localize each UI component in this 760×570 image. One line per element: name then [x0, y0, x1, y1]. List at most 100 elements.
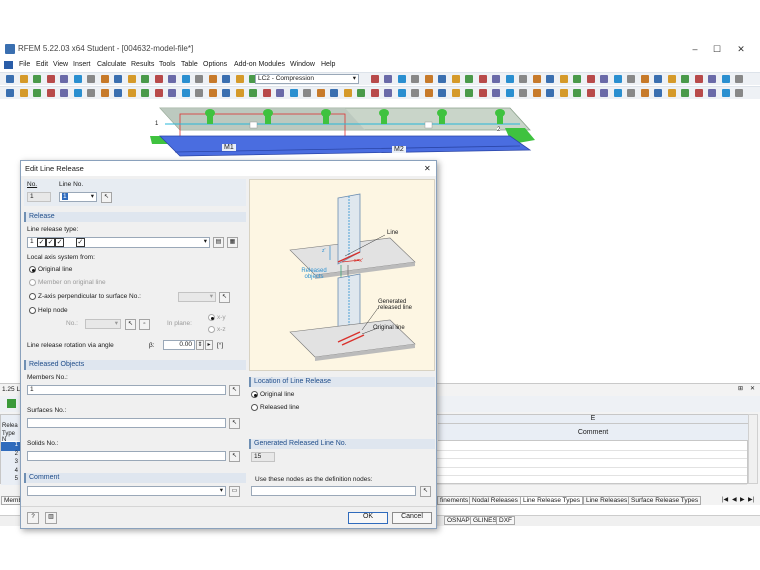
- toolbar-main-tool-icon[interactable]: [222, 75, 230, 83]
- toolbar-main-tool-icon[interactable]: [559, 75, 568, 83]
- ok-button[interactable]: OK: [348, 512, 388, 524]
- load-case-select[interactable]: LC2 - Compression ▾: [255, 74, 359, 84]
- toolbar-secondary-tool-icon[interactable]: [519, 89, 527, 97]
- toolbar-main-tool-icon[interactable]: [141, 75, 149, 83]
- toolbar-secondary-tool-icon[interactable]: [154, 89, 163, 97]
- toolbar-secondary-tool-icon[interactable]: [411, 89, 419, 97]
- toolbar-main-tool-icon[interactable]: [19, 75, 28, 83]
- maximize-button[interactable]: ☐: [710, 43, 724, 55]
- toolbar-secondary-tool-icon[interactable]: [141, 89, 149, 97]
- tab-line-releases[interactable]: Line Releases: [583, 496, 631, 505]
- toolbar-main-tool-icon[interactable]: [505, 75, 514, 83]
- toolbar-main-tool-icon[interactable]: [586, 75, 595, 83]
- toolbar-secondary-tool-icon[interactable]: [46, 89, 55, 97]
- radio-loc-original-line[interactable]: [251, 391, 258, 398]
- close-pane-icon[interactable]: ✕: [750, 385, 755, 392]
- toolbar-main-tool-icon[interactable]: [33, 75, 41, 83]
- table-icon[interactable]: [7, 399, 16, 408]
- units-button[interactable]: ▥: [45, 512, 57, 524]
- toolbar-secondary-tool-icon[interactable]: [181, 89, 190, 97]
- select-node-button[interactable]: ▫: [139, 319, 150, 330]
- toolbar-main-tool-icon[interactable]: [384, 75, 392, 83]
- help-button[interactable]: ?: [27, 512, 39, 524]
- toolbar-secondary-tool-icon[interactable]: [694, 89, 703, 97]
- toolbar-secondary-tool-icon[interactable]: [573, 89, 581, 97]
- toolbar-main-tool-icon[interactable]: [478, 75, 487, 83]
- new-release-type-button[interactable]: ▤: [213, 237, 224, 248]
- definition-nodes-input[interactable]: [251, 486, 416, 496]
- minimize-button[interactable]: –: [688, 43, 702, 55]
- toolbar-secondary-tool-icon[interactable]: [681, 89, 689, 97]
- comment-library-button[interactable]: ▭: [229, 486, 240, 497]
- status-dxf[interactable]: DXF: [496, 516, 515, 525]
- tab-nav-first[interactable]: |◀: [722, 496, 728, 503]
- radio-loc-released-line[interactable]: [251, 404, 258, 411]
- toolbar-secondary-tool-icon[interactable]: [546, 89, 554, 97]
- menu-table[interactable]: Table: [181, 61, 198, 68]
- toolbar-secondary-tool-icon[interactable]: [451, 89, 460, 97]
- status-osnap[interactable]: OSNAP: [444, 516, 473, 525]
- cancel-button[interactable]: Cancel: [392, 512, 432, 524]
- toolbar-secondary-tool-icon[interactable]: [627, 89, 635, 97]
- toolbar-secondary-tool-icon[interactable]: [613, 89, 622, 97]
- toolbar-main-tool-icon[interactable]: [451, 75, 460, 83]
- toolbar-secondary-tool-icon[interactable]: [478, 89, 487, 97]
- pick-surface-button[interactable]: ↖: [219, 292, 230, 303]
- toolbar-secondary-tool-icon[interactable]: [73, 89, 82, 97]
- toolbar-secondary-tool-icon[interactable]: [87, 89, 95, 97]
- line-no-select[interactable]: 1 ▾: [59, 192, 97, 202]
- toolbar-main-tool-icon[interactable]: [438, 75, 446, 83]
- tab-finements[interactable]: finements: [437, 496, 472, 505]
- toolbar-secondary-tool-icon[interactable]: [357, 89, 365, 97]
- toolbar-secondary-tool-icon[interactable]: [195, 89, 203, 97]
- toolbar-secondary-tool-icon[interactable]: [708, 89, 716, 97]
- toolbar-main-tool-icon[interactable]: [60, 75, 68, 83]
- edit-release-type-button[interactable]: ▦: [227, 237, 238, 248]
- toolbar-secondary-tool-icon[interactable]: [532, 89, 541, 97]
- menu-help[interactable]: Help: [321, 61, 335, 68]
- toolbar-secondary-tool-icon[interactable]: [654, 89, 662, 97]
- toolbar-main-tool-icon[interactable]: [195, 75, 203, 83]
- pick-node-button[interactable]: ↖: [125, 319, 136, 330]
- toolbar-main-tool-icon[interactable]: [627, 75, 635, 83]
- toolbar-main-tool-icon[interactable]: [208, 75, 217, 83]
- radio-member-on-original-line[interactable]: [29, 279, 36, 286]
- toolbar-main-tool-icon[interactable]: [708, 75, 716, 83]
- pick-surfaces-button[interactable]: ↖: [229, 418, 240, 429]
- radio-plane-xy[interactable]: [208, 314, 215, 321]
- tab-nodal-releases[interactable]: Nodal Releases: [469, 496, 521, 505]
- close-window-button[interactable]: ✕: [734, 43, 748, 55]
- toolbar-main-tool-icon[interactable]: [667, 75, 676, 83]
- toolbar-secondary-tool-icon[interactable]: [370, 89, 379, 97]
- menu-edit[interactable]: Edit: [36, 61, 48, 68]
- toolbar-secondary-tool-icon[interactable]: [303, 89, 311, 97]
- toolbar-secondary-tool-icon[interactable]: [168, 89, 176, 97]
- menu-view[interactable]: View: [53, 61, 68, 68]
- toolbar-secondary-tool-icon[interactable]: [343, 89, 352, 97]
- tab-nav-last[interactable]: ▶|: [748, 496, 754, 503]
- toolbar-main-tool-icon[interactable]: [546, 75, 554, 83]
- toolbar-secondary-tool-icon[interactable]: [330, 89, 338, 97]
- toolbar-secondary-tool-icon[interactable]: [397, 89, 406, 97]
- toolbar-secondary-tool-icon[interactable]: [6, 89, 14, 97]
- toolbar-secondary-tool-icon[interactable]: [19, 89, 28, 97]
- toolbar-main-tool-icon[interactable]: [46, 75, 55, 83]
- toolbar-secondary-tool-icon[interactable]: [60, 89, 68, 97]
- surfaces-input[interactable]: [27, 418, 226, 428]
- toolbar-main-tool-icon[interactable]: [370, 75, 379, 83]
- rotation-input[interactable]: 0.00: [163, 340, 195, 350]
- menu-window[interactable]: Window: [290, 61, 315, 68]
- toolbar-main-tool-icon[interactable]: [6, 75, 14, 83]
- toolbar-main-tool-icon[interactable]: [465, 75, 473, 83]
- table-scrollbar[interactable]: [748, 414, 758, 484]
- pick-solids-button[interactable]: ↖: [229, 451, 240, 462]
- toolbar-secondary-tool-icon[interactable]: [735, 89, 743, 97]
- toolbar-secondary-tool-icon[interactable]: [721, 89, 730, 97]
- toolbar-main-tool-icon[interactable]: [613, 75, 622, 83]
- pick-line-button[interactable]: ↖: [101, 192, 112, 203]
- toolbar-main-tool-icon[interactable]: [168, 75, 176, 83]
- toolbar-secondary-tool-icon[interactable]: [249, 89, 257, 97]
- toolbar-secondary-tool-icon[interactable]: [127, 89, 136, 97]
- toolbar-main-tool-icon[interactable]: [735, 75, 743, 83]
- toolbar-main-tool-icon[interactable]: [492, 75, 500, 83]
